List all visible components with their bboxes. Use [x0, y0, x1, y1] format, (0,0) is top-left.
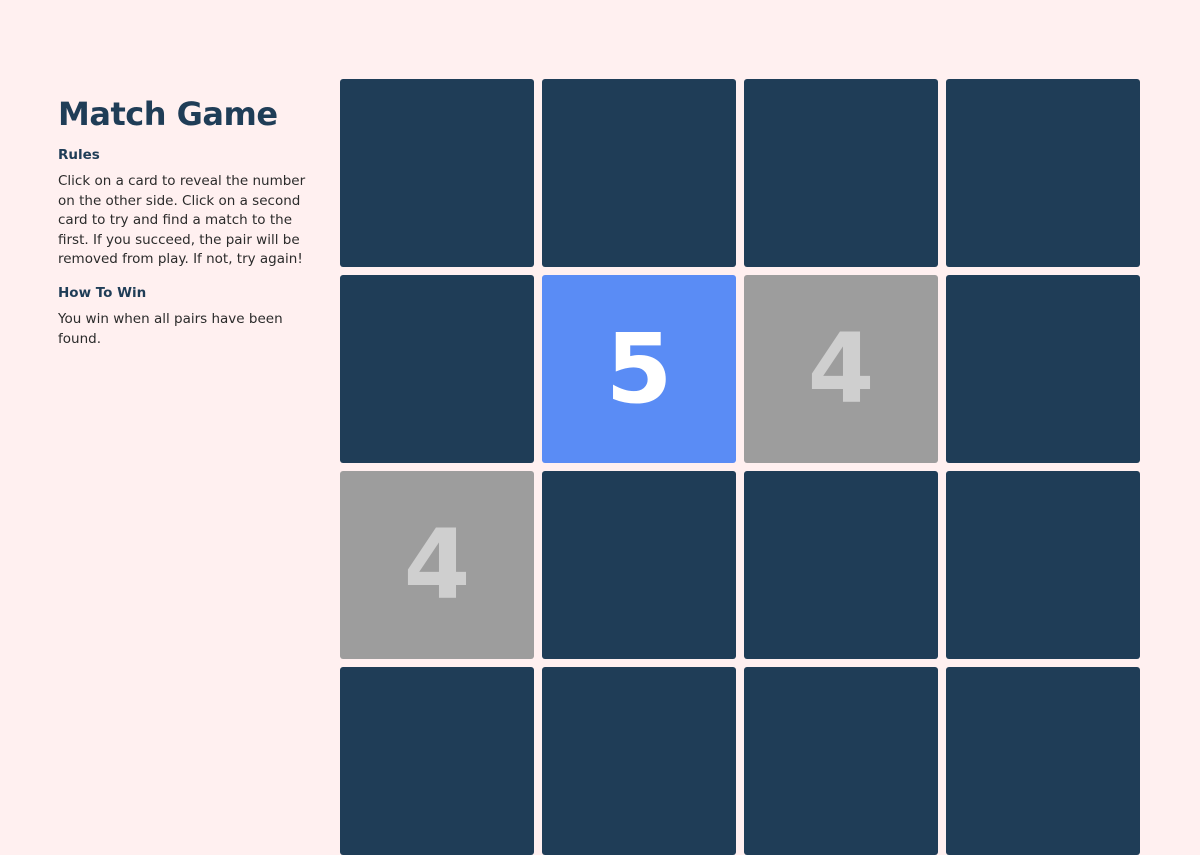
- card[interactable]: [340, 275, 534, 463]
- how-to-win-text: You win when all pairs have been found.: [58, 310, 283, 347]
- card[interactable]: [744, 667, 938, 855]
- card[interactable]: [542, 667, 736, 855]
- how-to-win-heading: How To Win: [58, 284, 147, 301]
- rules-heading: Rules: [58, 147, 100, 163]
- card[interactable]: [542, 79, 736, 267]
- card-grid: 5 4 4: [340, 79, 1140, 855]
- card[interactable]: [340, 667, 534, 855]
- card[interactable]: [946, 275, 1140, 463]
- card[interactable]: [542, 471, 736, 659]
- sidebar: Match Game Rules Click on a card to reve…: [58, 94, 308, 363]
- card-number: 5: [605, 313, 673, 425]
- card[interactable]: [946, 79, 1140, 267]
- card[interactable]: [946, 471, 1140, 659]
- card[interactable]: 5: [542, 275, 736, 463]
- card-number: 4: [807, 313, 875, 425]
- card[interactable]: [946, 667, 1140, 855]
- page-title: Match Game: [58, 95, 278, 133]
- card[interactable]: [744, 471, 938, 659]
- rules-text: Click on a card to reveal the number on …: [58, 173, 306, 268]
- card[interactable]: [340, 79, 534, 267]
- card-number: 4: [403, 509, 471, 621]
- card[interactable]: 4: [744, 275, 938, 463]
- card[interactable]: 4: [340, 471, 534, 659]
- card[interactable]: [744, 79, 938, 267]
